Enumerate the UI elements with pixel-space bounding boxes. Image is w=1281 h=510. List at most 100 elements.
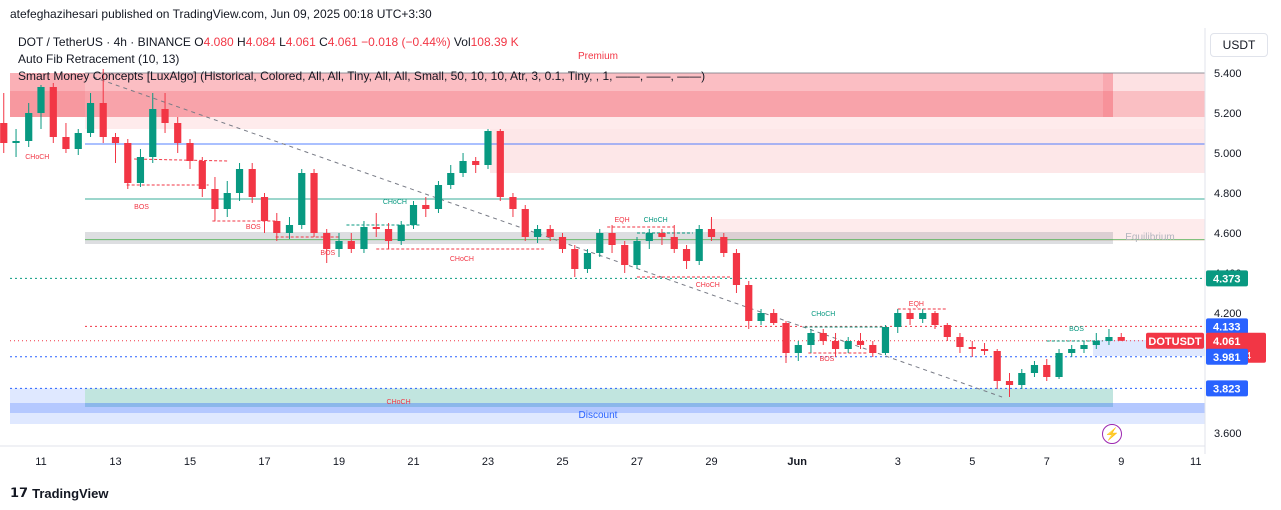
candle-body <box>409 205 418 225</box>
candle-body <box>1030 365 1039 373</box>
change-value: −0.018 (−0.44%) <box>361 35 451 49</box>
price-tick-label: 4.200 <box>1214 308 1242 320</box>
structure-label-bos: BOS <box>246 224 261 231</box>
candle-body <box>422 205 430 209</box>
candle-body <box>894 313 902 327</box>
candle-body <box>956 337 964 347</box>
open-label: O <box>194 35 204 49</box>
candle-body <box>770 313 778 323</box>
price-level-text: 4.133 <box>1213 321 1241 333</box>
candle-body <box>496 131 504 197</box>
candle-body <box>1080 345 1088 349</box>
candle-body <box>707 229 716 237</box>
candle-body <box>310 173 318 233</box>
structure-line <box>134 158 228 162</box>
candle-body <box>472 161 480 165</box>
time-tick-label: Jun <box>787 456 807 468</box>
tradingview-logo[interactable]: 𝟭𝟳 TradingView <box>10 485 108 501</box>
legend-indicator-fib[interactable]: Auto Fib Retracement (10, 13) <box>18 52 179 66</box>
time-tick-label: 15 <box>184 456 196 468</box>
supply-block <box>10 91 1205 117</box>
candle-body <box>298 173 306 225</box>
time-tick-label: 9 <box>1118 456 1124 468</box>
candle-body <box>571 249 579 269</box>
close-label: C <box>319 35 328 49</box>
candle-body <box>62 137 70 149</box>
candle-body <box>285 225 294 233</box>
candle-body <box>645 233 653 241</box>
candle-body <box>906 313 914 319</box>
candle-body <box>943 325 951 337</box>
candle-body <box>596 233 604 253</box>
tradingview-logo-icon: 𝟭𝟳 <box>10 485 29 500</box>
candle-body <box>447 173 455 185</box>
candle-body <box>174 123 182 143</box>
candle-body <box>434 185 443 209</box>
candle-body <box>856 341 865 345</box>
candle-body <box>149 109 157 157</box>
legend-symbol: DOT / TetherUS · 4h · BINANCE <box>18 35 191 49</box>
candle-body <box>931 313 939 325</box>
time-tick-label: 5 <box>969 456 975 468</box>
candle-body <box>521 209 529 237</box>
structure-label-choch: CHoCH <box>696 282 720 289</box>
candle-body <box>111 137 120 143</box>
candle-body <box>186 143 194 161</box>
legend-indicator-smc[interactable]: Smart Money Concepts [LuxAlgo] (Historic… <box>18 69 705 83</box>
candle-body <box>397 225 405 241</box>
time-tick-label: 21 <box>407 456 419 468</box>
candle-body <box>745 285 753 321</box>
structure-label-choch: CHoCH <box>450 256 474 263</box>
candle-body <box>844 341 852 349</box>
time-tick-label: 17 <box>258 456 270 468</box>
candle-body <box>670 237 678 249</box>
legend-symbol-line: DOT / TetherUS · 4h · BINANCE O4.080 H4.… <box>18 35 519 49</box>
vol-label: Vol <box>453 35 471 49</box>
candle-body <box>881 327 890 353</box>
candle-body <box>37 87 45 113</box>
candle-body <box>919 313 927 319</box>
time-tick-label: 11 <box>1190 456 1201 468</box>
candle-body <box>695 229 703 261</box>
time-tick-label: 19 <box>333 456 345 468</box>
candle-body <box>248 169 256 197</box>
candle-body <box>86 103 95 133</box>
high-label: H <box>237 35 246 49</box>
price-tick-label: 5.400 <box>1214 68 1242 80</box>
candle-body <box>757 313 765 321</box>
candle-body <box>12 141 20 143</box>
structure-label-bos: BOS <box>820 356 835 363</box>
candle-body <box>459 161 467 173</box>
candle-body <box>1055 353 1063 377</box>
candle-body <box>360 227 368 249</box>
currency-button[interactable]: USDT <box>1210 33 1268 57</box>
price-level-text: 3.823 <box>1213 383 1241 395</box>
candle-body <box>161 109 169 123</box>
high-value: 4.084 <box>245 35 276 49</box>
discount-label: Discount <box>579 410 618 421</box>
structure-label-eqh: EQH <box>909 301 924 308</box>
candle-body <box>608 233 616 245</box>
flash-icon[interactable]: ⚡ <box>1102 424 1122 444</box>
structure-label-choch: CHoCH <box>383 199 407 206</box>
structure-label-eqh: EQH <box>615 217 630 224</box>
candle-body <box>124 143 132 183</box>
candle-body <box>583 253 592 269</box>
discount-left <box>10 388 85 403</box>
price-tick-label: 3.600 <box>1214 428 1242 440</box>
candle-body <box>1068 349 1076 353</box>
candle-body <box>335 241 343 249</box>
premium-label: Premium <box>578 51 618 62</box>
equilibrium-label: Equilibrium <box>1125 232 1174 243</box>
tradingview-brand-text: TradingView <box>32 485 109 501</box>
price-level-text: 4.373 <box>1213 273 1241 285</box>
time-tick-label: 29 <box>705 456 717 468</box>
candle-body <box>968 347 976 349</box>
candlestick-chart[interactable]: Premium Equilibrium Discount CHoCH BOS BOS BOS… <box>0 28 1281 480</box>
price-tick-label: 5.000 <box>1214 148 1242 160</box>
candle-body <box>99 103 107 137</box>
candle-body <box>633 241 641 265</box>
candle-body <box>384 229 393 241</box>
candle-body <box>49 87 57 137</box>
candle-body <box>1105 337 1113 341</box>
